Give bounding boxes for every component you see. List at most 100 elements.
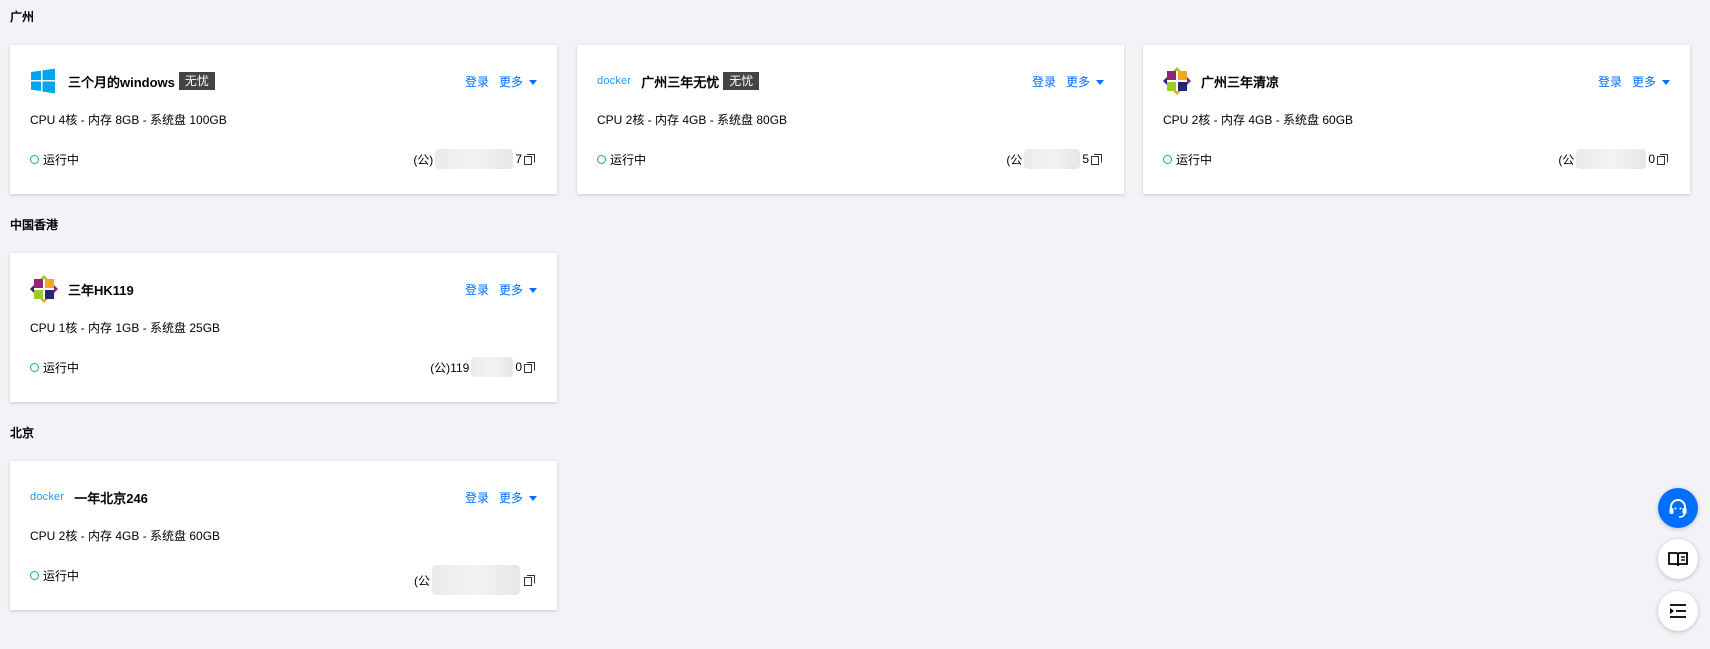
public-ip: (公 5 bbox=[1006, 149, 1102, 169]
customer-service-button[interactable] bbox=[1658, 488, 1698, 528]
ip-prefix: (公) bbox=[413, 152, 434, 167]
more-label: 更多 bbox=[498, 282, 523, 297]
more-dropdown[interactable]: 更多 bbox=[499, 73, 537, 90]
login-button[interactable]: 登录 bbox=[1032, 73, 1056, 90]
more-dropdown[interactable]: 更多 bbox=[1632, 73, 1670, 90]
login-button[interactable]: 登录 bbox=[465, 281, 489, 298]
instance-spec: CPU 2核 - 内存 4GB - 系统盘 80GB bbox=[597, 113, 788, 127]
more-dropdown[interactable]: 更多 bbox=[1066, 73, 1104, 90]
instance-status: 运行中 bbox=[30, 151, 79, 168]
more-label: 更多 bbox=[1065, 74, 1090, 89]
public-ip: (公)119 0 bbox=[430, 357, 535, 377]
more-dropdown[interactable]: 更多 bbox=[499, 281, 537, 298]
instance-name[interactable]: 三年HK119 bbox=[68, 280, 134, 299]
ip-prefix: (公)119 bbox=[430, 360, 470, 375]
region-title: 北京 bbox=[10, 426, 35, 440]
copy-icon[interactable] bbox=[524, 361, 535, 373]
more-dropdown[interactable]: 更多 bbox=[499, 489, 537, 506]
copy-icon[interactable] bbox=[524, 574, 535, 586]
instance-card[interactable]: docker 广州三年无忧 无忧 登录 更多 CPU 2核 - 内存 4GB -… bbox=[577, 45, 1124, 194]
instance-card[interactable]: docker 一年北京246 登录 更多 CPU 2核 - 内存 4GB - 系… bbox=[10, 461, 557, 610]
card-header: docker 一年北京246 登录 更多 bbox=[30, 483, 537, 511]
card-actions: 登录 更多 bbox=[1032, 73, 1104, 90]
ip-redacted-mask bbox=[471, 357, 514, 377]
instance-name[interactable]: 广州三年无忧 bbox=[641, 72, 719, 91]
region-title: 广州 bbox=[10, 10, 35, 24]
instance-name[interactable]: 三个月的windows bbox=[68, 72, 175, 91]
instance-name[interactable]: 一年北京246 bbox=[74, 488, 148, 507]
instance-spec: CPU 4核 - 内存 8GB - 系统盘 100GB bbox=[30, 113, 227, 127]
instance-status: 运行中 bbox=[30, 359, 79, 376]
login-button[interactable]: 登录 bbox=[465, 489, 489, 506]
headset-icon bbox=[1669, 499, 1687, 518]
ip-prefix: (公 bbox=[1558, 152, 1575, 167]
instance-card[interactable]: 三个月的windows 无忧 登录 更多 CPU 4核 - 内存 8GB - 系… bbox=[10, 45, 557, 194]
centos-logo-icon bbox=[30, 275, 58, 303]
card-actions: 登录 更多 bbox=[465, 489, 537, 506]
card-header: 广州三年清凉 登录 更多 bbox=[1163, 67, 1670, 95]
instance-status: 运行中 bbox=[1163, 151, 1212, 168]
instance-overview: 广州 三个月的windows 无忧 登录 更多 CPU 4核 - 内存 8GB … bbox=[0, 0, 1710, 649]
status-label: 运行中 bbox=[43, 361, 80, 375]
card-actions: 登录 更多 bbox=[1598, 73, 1670, 90]
ip-redacted-mask bbox=[435, 149, 514, 169]
instance-spec: CPU 2核 - 内存 4GB - 系统盘 60GB bbox=[30, 529, 221, 543]
running-status-icon bbox=[30, 155, 39, 164]
caret-down-icon bbox=[1096, 79, 1104, 85]
ip-redacted-mask bbox=[432, 565, 520, 595]
status-label: 运行中 bbox=[610, 153, 647, 167]
card-header: 三年HK119 登录 更多 bbox=[30, 275, 537, 303]
book-icon bbox=[1668, 552, 1688, 567]
status-label: 运行中 bbox=[43, 153, 80, 167]
region-title: 中国香港 bbox=[10, 218, 59, 232]
windows-logo-icon bbox=[30, 67, 58, 95]
public-ip: (公) 7 bbox=[413, 149, 535, 169]
ip-suffix: 0 bbox=[515, 360, 522, 374]
instance-card[interactable]: 广州三年清凉 登录 更多 CPU 2核 - 内存 4GB - 系统盘 60GB … bbox=[1143, 45, 1690, 194]
card-actions: 登录 更多 bbox=[465, 73, 537, 90]
caret-down-icon bbox=[529, 287, 537, 293]
instance-card[interactable]: 三年HK119 登录 更多 CPU 1核 - 内存 1GB - 系统盘 25GB… bbox=[10, 253, 557, 402]
instance-status: 运行中 bbox=[597, 151, 646, 168]
more-label: 更多 bbox=[1631, 74, 1656, 89]
copy-icon[interactable] bbox=[1657, 153, 1668, 165]
status-label: 运行中 bbox=[43, 569, 80, 583]
copy-icon[interactable] bbox=[524, 153, 535, 165]
list-indent-icon bbox=[1670, 604, 1686, 618]
ip-redacted-mask bbox=[1576, 149, 1647, 169]
ip-suffix: 0 bbox=[1648, 152, 1655, 166]
copy-icon[interactable] bbox=[1091, 153, 1102, 165]
running-status-icon bbox=[30, 571, 39, 580]
more-label: 更多 bbox=[498, 490, 523, 505]
status-label: 运行中 bbox=[1176, 153, 1213, 167]
card-header: 三个月的windows 无忧 登录 更多 bbox=[30, 67, 537, 95]
ip-prefix: (公 bbox=[1006, 152, 1023, 167]
instance-tag: 无忧 bbox=[723, 72, 760, 90]
ip-prefix: (公 bbox=[414, 573, 430, 588]
ip-redacted-mask bbox=[1024, 149, 1081, 169]
instance-tag: 无忧 bbox=[178, 72, 215, 90]
running-status-icon bbox=[1163, 155, 1172, 164]
docs-button[interactable] bbox=[1658, 539, 1698, 579]
caret-down-icon bbox=[529, 79, 537, 85]
docker-logo: docker bbox=[30, 491, 65, 503]
login-button[interactable]: 登录 bbox=[465, 73, 489, 90]
docker-logo: docker bbox=[597, 75, 632, 87]
instance-status: 运行中 bbox=[30, 567, 79, 584]
login-button[interactable]: 登录 bbox=[1598, 73, 1622, 90]
instance-name[interactable]: 广州三年清凉 bbox=[1201, 72, 1279, 91]
more-label: 更多 bbox=[498, 74, 523, 89]
list-button[interactable] bbox=[1658, 591, 1698, 631]
ip-suffix: 5 bbox=[1082, 152, 1089, 166]
running-status-icon bbox=[30, 363, 39, 372]
running-status-icon bbox=[597, 155, 606, 164]
centos-logo-icon bbox=[1163, 67, 1191, 95]
card-header: docker 广州三年无忧 无忧 登录 更多 bbox=[597, 67, 1104, 95]
ip-suffix: 7 bbox=[515, 152, 522, 166]
caret-down-icon bbox=[529, 495, 537, 501]
caret-down-icon bbox=[1662, 79, 1670, 85]
instance-spec: CPU 2核 - 内存 4GB - 系统盘 60GB bbox=[1163, 113, 1354, 127]
public-ip: (公 bbox=[414, 565, 535, 595]
instance-spec: CPU 1核 - 内存 1GB - 系统盘 25GB bbox=[30, 321, 221, 335]
public-ip: (公 0 bbox=[1558, 149, 1668, 169]
